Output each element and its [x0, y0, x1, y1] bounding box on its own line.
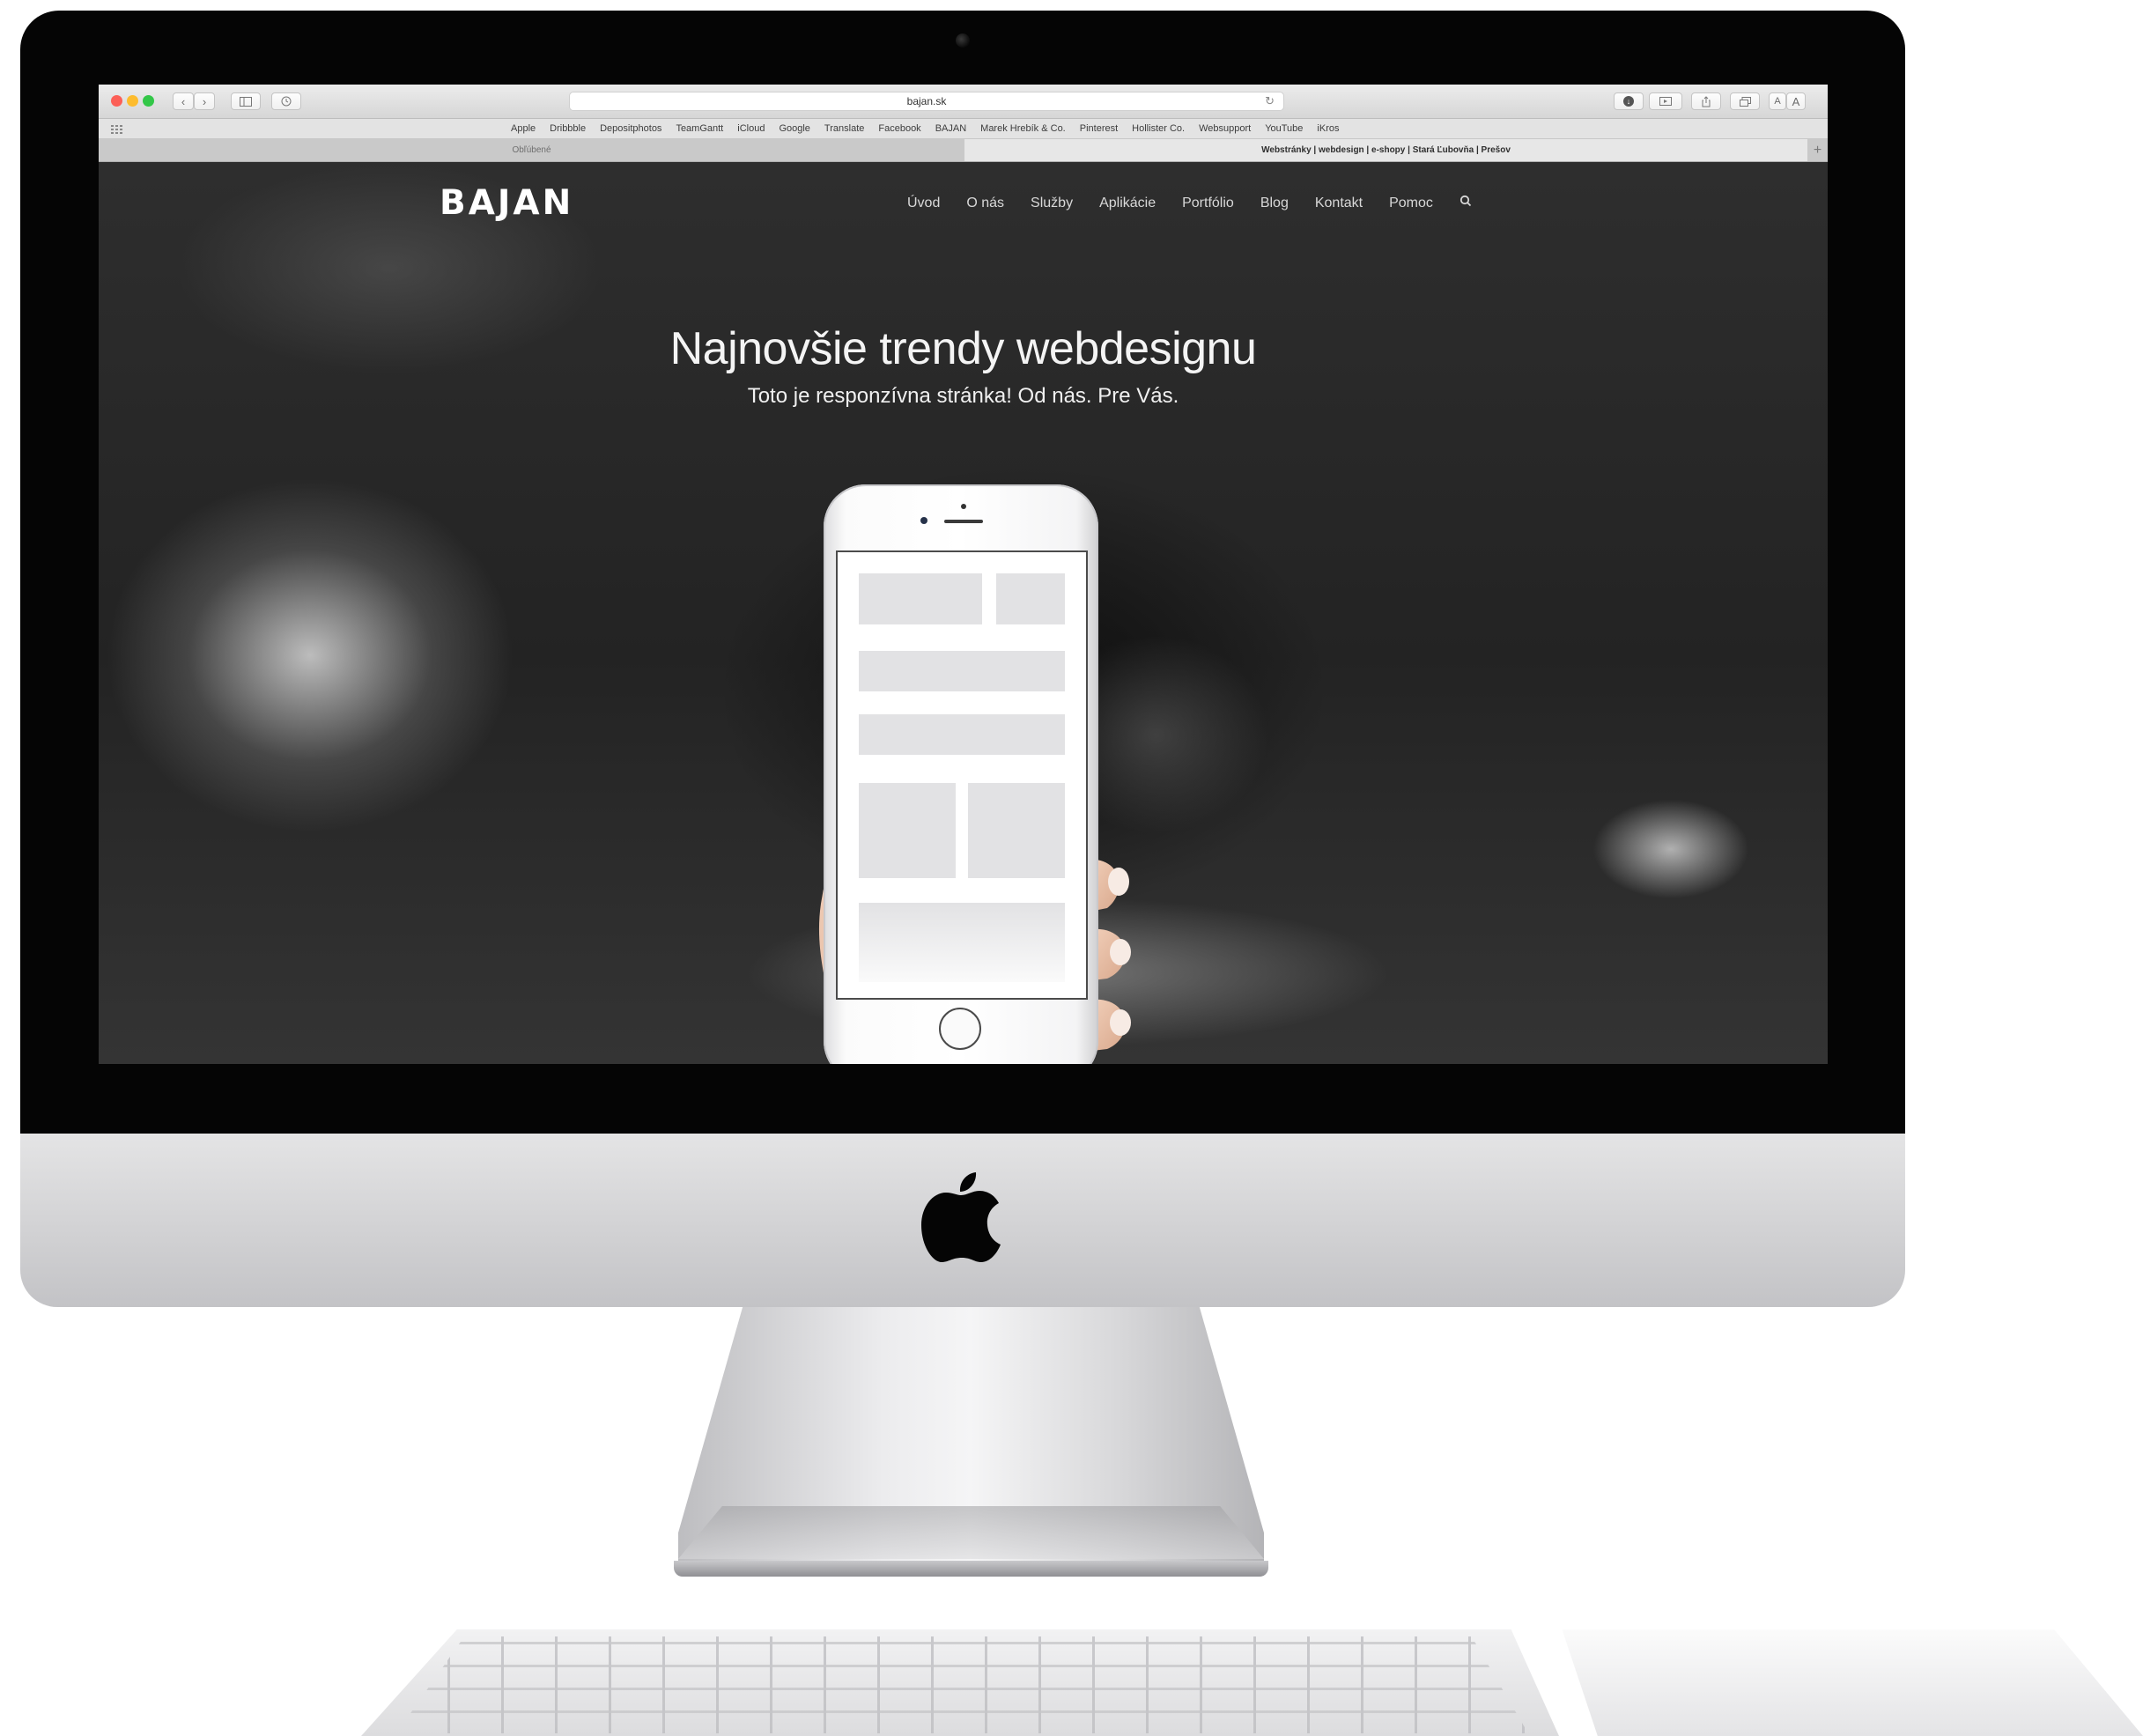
download-icon: ↓	[1623, 96, 1634, 107]
chevron-right-icon: ›	[202, 94, 207, 108]
bookmark-item[interactable]: iKros	[1317, 123, 1339, 134]
bookmarks-bar: Apple Dribbble Depositphotos TeamGantt i…	[99, 119, 1828, 139]
wireframe-block	[859, 783, 956, 878]
keyboard-keys	[396, 1636, 1528, 1733]
bookmark-item[interactable]: Depositphotos	[600, 123, 661, 134]
bookmark-item[interactable]: YouTube	[1265, 123, 1303, 134]
chevron-left-icon: ‹	[181, 94, 186, 108]
hero-title: Najnovšie trendy webdesignu	[669, 323, 1257, 374]
facetime-camera	[956, 33, 970, 48]
imac-screen: ‹ › bajan.sk ↻ ↓ A A Apple Dribbble Depo…	[99, 85, 1828, 1064]
bookmark-item[interactable]: Apple	[511, 123, 536, 134]
phone-screen-wireframe	[836, 550, 1088, 1000]
phone-camera	[920, 517, 927, 524]
history-button[interactable]	[271, 92, 301, 110]
text-size-small-button[interactable]: A	[1769, 92, 1786, 110]
text-small-label: A	[1774, 96, 1781, 107]
bookmark-item[interactable]: BAJAN	[935, 123, 966, 134]
bookmarks-list: Apple Dribbble Depositphotos TeamGantt i…	[511, 119, 1339, 138]
tab-favorites[interactable]: Obľúbené	[99, 139, 964, 161]
phone-mockup	[824, 484, 1098, 1064]
tabs-icon	[1739, 96, 1751, 107]
share-icon	[1702, 95, 1711, 107]
nav-item-pomoc[interactable]: Pomoc	[1389, 196, 1433, 211]
hero-subtitle: Toto je responzívna stránka! Od nás. Pre…	[747, 384, 1179, 408]
phone-home-button	[939, 1008, 981, 1050]
show-tabs-button[interactable]	[1730, 92, 1760, 110]
nav-item-blog[interactable]: Blog	[1260, 196, 1289, 211]
magic-trackpad	[1562, 1629, 2143, 1736]
nav-item-kontakt[interactable]: Kontakt	[1315, 196, 1363, 211]
bookmark-item[interactable]: Pinterest	[1080, 123, 1118, 134]
bookmark-item[interactable]: Hollister Co.	[1132, 123, 1185, 134]
site-logo[interactable]: BAJAN	[440, 183, 573, 223]
text-size-large-button[interactable]: A	[1786, 92, 1806, 110]
nav-item-portfolio[interactable]: Portfólio	[1182, 196, 1234, 211]
apple-logo	[921, 1172, 1001, 1262]
nav-item-o-nas[interactable]: O nás	[966, 196, 1004, 211]
sidebar-button[interactable]	[231, 92, 261, 110]
nav-item-sluzby[interactable]: Služby	[1031, 196, 1073, 211]
url-text: bajan.sk	[906, 95, 947, 107]
imac-stand-foot	[678, 1506, 1264, 1559]
grid-icon[interactable]	[111, 123, 123, 139]
tab-bar: Obľúbené Webstránky | webdesign | e-shop…	[99, 139, 1828, 162]
address-bar[interactable]: bajan.sk ↻	[569, 92, 1284, 111]
bookmark-item[interactable]: TeamGantt	[676, 123, 723, 134]
sidebar-icon	[240, 96, 252, 107]
new-tab-button[interactable]: +	[1807, 139, 1828, 161]
screen-icon	[1659, 97, 1672, 106]
downloads-button[interactable]: ↓	[1614, 92, 1644, 110]
site-nav: Úvod O nás Služby Aplikácie Portfólio Bl…	[907, 195, 1472, 211]
close-window-button[interactable]	[111, 95, 122, 107]
bookmark-item[interactable]: Google	[779, 123, 809, 134]
imac-stand-base	[674, 1561, 1268, 1577]
wireframe-block	[859, 651, 1065, 691]
share-button[interactable]	[1691, 92, 1721, 110]
zoom-window-button[interactable]	[143, 95, 154, 107]
minimize-window-button[interactable]	[127, 95, 138, 107]
reload-icon[interactable]: ↻	[1265, 92, 1275, 110]
bookmark-item[interactable]: Marek Hrebík & Co.	[980, 123, 1066, 134]
bookmark-item[interactable]: Websupport	[1199, 123, 1251, 134]
forward-button[interactable]: ›	[194, 92, 215, 110]
search-icon[interactable]	[1459, 195, 1472, 211]
phone-sensor	[961, 504, 966, 509]
text-large-label: A	[1792, 94, 1800, 108]
phone-speaker	[944, 520, 983, 523]
wireframe-block	[968, 783, 1065, 878]
wireframe-block	[859, 903, 1065, 982]
bookmark-item[interactable]: Dribbble	[550, 123, 586, 134]
clock-icon	[281, 96, 292, 107]
safari-toolbar: ‹ › bajan.sk ↻ ↓ A A	[99, 85, 1828, 119]
wireframe-block	[859, 714, 1065, 755]
nav-item-uvod[interactable]: Úvod	[907, 196, 940, 211]
screen-share-button[interactable]	[1649, 92, 1682, 110]
back-button[interactable]: ‹	[173, 92, 194, 110]
bookmark-item[interactable]: Translate	[824, 123, 864, 134]
bookmark-item[interactable]: iCloud	[737, 123, 765, 134]
tab-bajan[interactable]: Webstránky | webdesign | e-shopy | Stará…	[964, 139, 1807, 161]
nav-item-aplikacie[interactable]: Aplikácie	[1099, 196, 1156, 211]
bookmark-item[interactable]: Facebook	[878, 123, 920, 134]
wireframe-block	[996, 573, 1065, 624]
wireframe-block	[859, 573, 982, 624]
